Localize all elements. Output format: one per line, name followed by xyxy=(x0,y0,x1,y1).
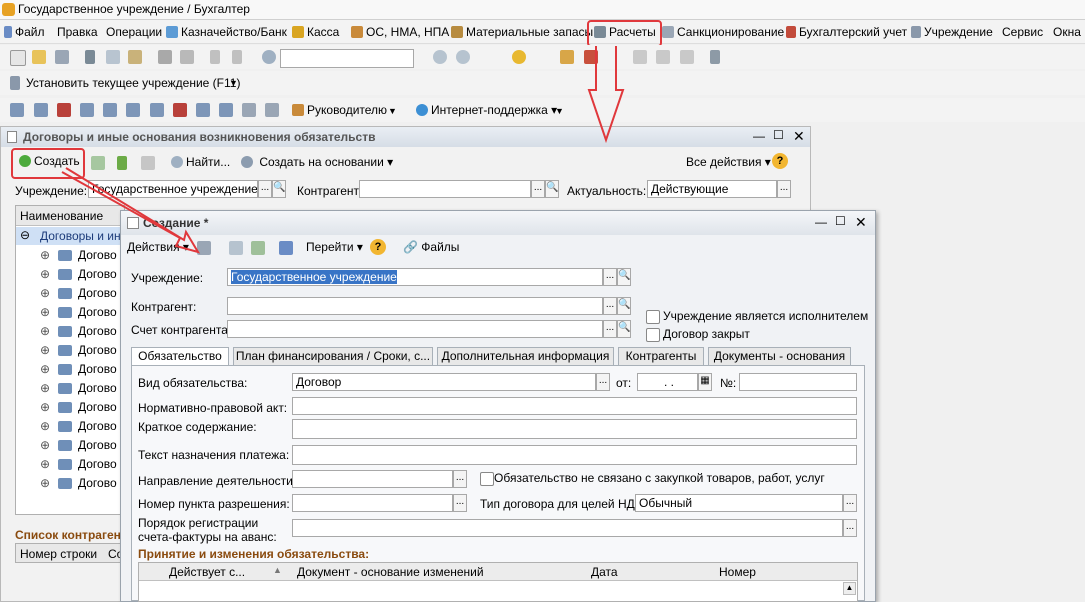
diagonal-arrow xyxy=(61,167,201,254)
down-arrow xyxy=(587,46,625,144)
annotation-arrows xyxy=(61,46,625,254)
